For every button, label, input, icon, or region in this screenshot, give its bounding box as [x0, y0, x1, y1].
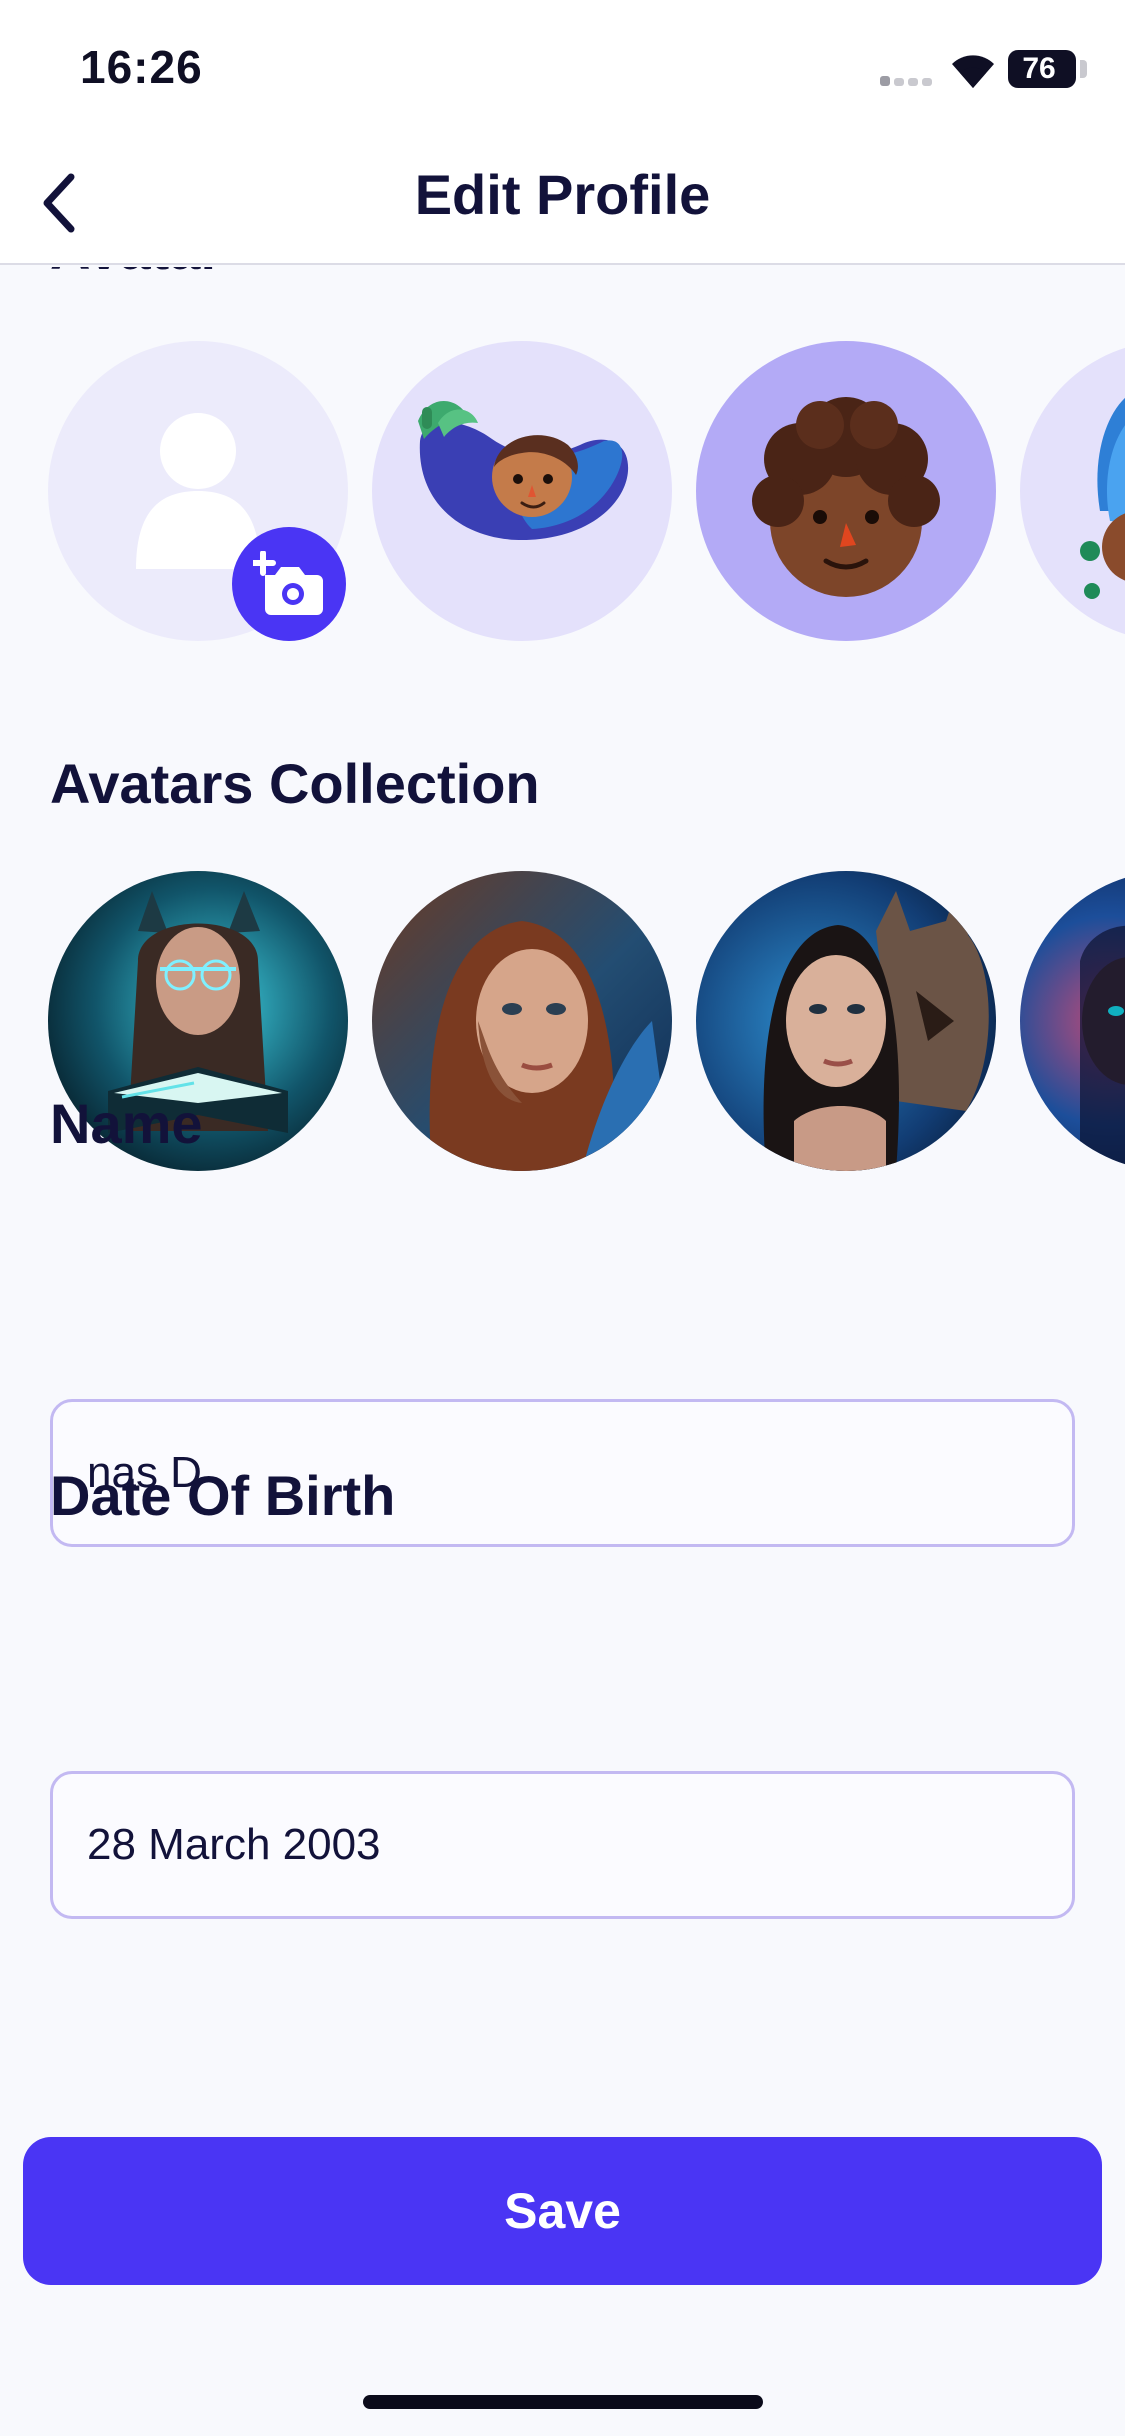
add-camera-icon — [253, 551, 323, 615]
red-hair-woman-portrait-image — [372, 871, 672, 1171]
date-of-birth-field[interactable] — [50, 1771, 1075, 1919]
blue-light-woman-portrait-image — [1020, 871, 1125, 1171]
woman-with-wolf-portrait-image — [696, 871, 996, 1171]
date-of-birth-input[interactable] — [53, 1774, 1072, 1916]
battery-level: 76 — [1022, 52, 1056, 85]
battery-cap — [1080, 60, 1087, 78]
date-of-birth-label: Date Of Birth — [50, 1464, 396, 1527]
page-title: Edit Profile — [414, 163, 711, 226]
curly-hair-avatar-icon — [752, 397, 940, 597]
navigation-header: Edit Profile — [0, 140, 1125, 265]
edit-profile-screen: 16:26 76 Edit Profile Avatars Collection… — [0, 0, 1125, 2436]
collection-avatar-red-hair[interactable] — [372, 871, 672, 1171]
eggplant-avatar-icon — [418, 401, 629, 541]
name-field-label: Name — [50, 1092, 203, 1155]
wifi-icon — [948, 50, 998, 90]
blue-hat-avatar-icon — [1080, 397, 1125, 599]
status-time: 16:26 — [80, 41, 203, 93]
home-indicator — [363, 2395, 763, 2409]
cellular-signal-icon — [880, 70, 934, 86]
status-bar: 16:26 76 — [0, 0, 1125, 140]
upload-avatar-button[interactable] — [48, 341, 348, 641]
collection-avatar-wolf-woman[interactable] — [696, 871, 996, 1171]
battery-icon: 76 — [1008, 50, 1076, 88]
avatar-picker-row[interactable] — [0, 341, 1125, 641]
add-photo-button[interactable] — [232, 527, 346, 641]
collection-avatar-blue-light[interactable] — [1020, 871, 1125, 1171]
save-button[interactable]: Save — [23, 2137, 1102, 2285]
avatar-option-blue-hat[interactable] — [1020, 341, 1125, 641]
avatar-option-eggplant[interactable] — [372, 341, 672, 641]
profile-content[interactable]: Avatars Collection Name nas D Date Of Bi… — [0, 267, 1125, 2137]
avatar-option-curly-hair[interactable] — [696, 341, 996, 641]
avatar-section-label: Avatar — [50, 267, 222, 282]
avatars-collection-label: Avatars Collection — [50, 752, 540, 815]
